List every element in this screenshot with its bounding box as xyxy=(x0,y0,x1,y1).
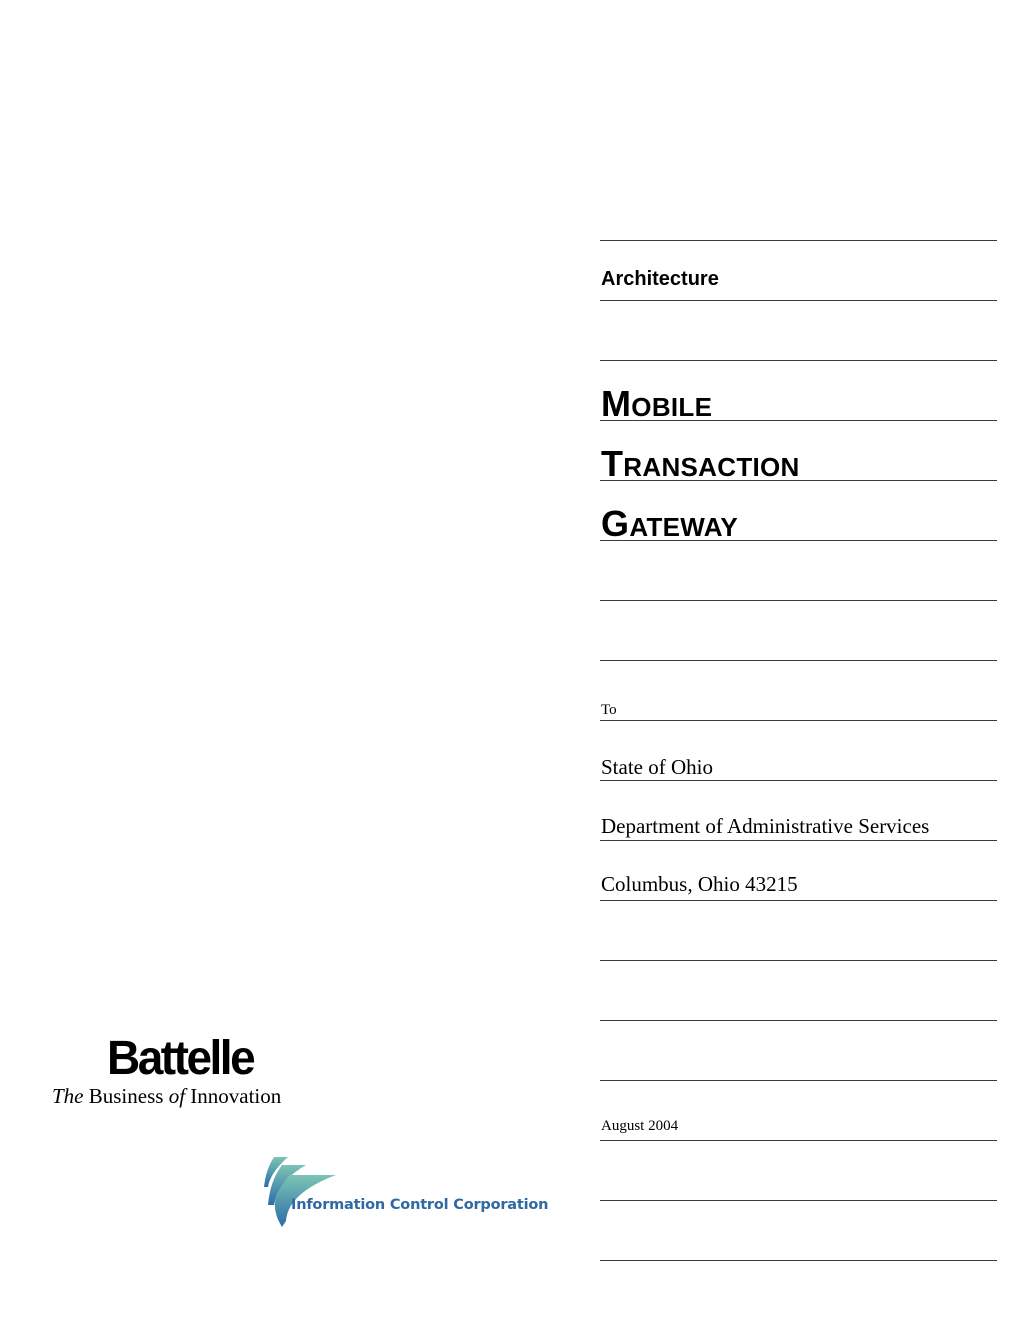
title-line-3: GATEWAY xyxy=(601,503,738,545)
title-line-2: TRANSACTION xyxy=(601,443,800,485)
battelle-wordmark: Battelle xyxy=(107,1029,256,1085)
divider xyxy=(600,300,997,301)
tagline-business: Business xyxy=(83,1084,169,1108)
recipient-state: State of Ohio xyxy=(601,755,713,779)
divider xyxy=(600,360,997,361)
tagline-of: of xyxy=(168,1084,186,1108)
divider xyxy=(600,780,997,781)
divider xyxy=(600,900,997,901)
recipient-department: Department of Administrative Services xyxy=(601,814,930,838)
battelle-logo: Battelle The Business of Innovation xyxy=(52,1029,332,1108)
title-initial: M xyxy=(601,383,632,424)
icc-logo: Information Control Corporation xyxy=(260,1153,570,1233)
battelle-tagline: The Business of Innovation xyxy=(52,1084,332,1108)
title-rest: RANSACTION xyxy=(623,452,800,482)
icc-swoosh-icon xyxy=(264,1157,336,1227)
title-initial: T xyxy=(601,443,624,484)
divider xyxy=(600,1140,997,1141)
divider xyxy=(600,720,997,721)
divider xyxy=(600,1020,997,1021)
divider xyxy=(600,960,997,961)
title-rest: ATEWAY xyxy=(629,512,739,542)
title-line-1: MOBILE xyxy=(601,383,712,425)
divider xyxy=(600,840,997,841)
document-category: Architecture xyxy=(601,268,719,290)
title-initial: G xyxy=(601,503,630,544)
icc-wordmark: Information Control Corporation xyxy=(291,1197,549,1213)
divider xyxy=(600,660,997,661)
document-date: August 2004 xyxy=(601,1118,679,1134)
divider xyxy=(600,600,997,601)
recipient-city: Columbus, Ohio 43215 xyxy=(601,872,798,896)
divider xyxy=(600,1200,997,1201)
divider xyxy=(600,1080,997,1081)
divider xyxy=(600,1260,997,1261)
tagline-the: The xyxy=(52,1084,84,1108)
tagline-innovation: Innovation xyxy=(185,1084,282,1108)
divider xyxy=(600,240,997,241)
title-rest: OBILE xyxy=(631,392,713,422)
to-label: To xyxy=(601,702,617,718)
